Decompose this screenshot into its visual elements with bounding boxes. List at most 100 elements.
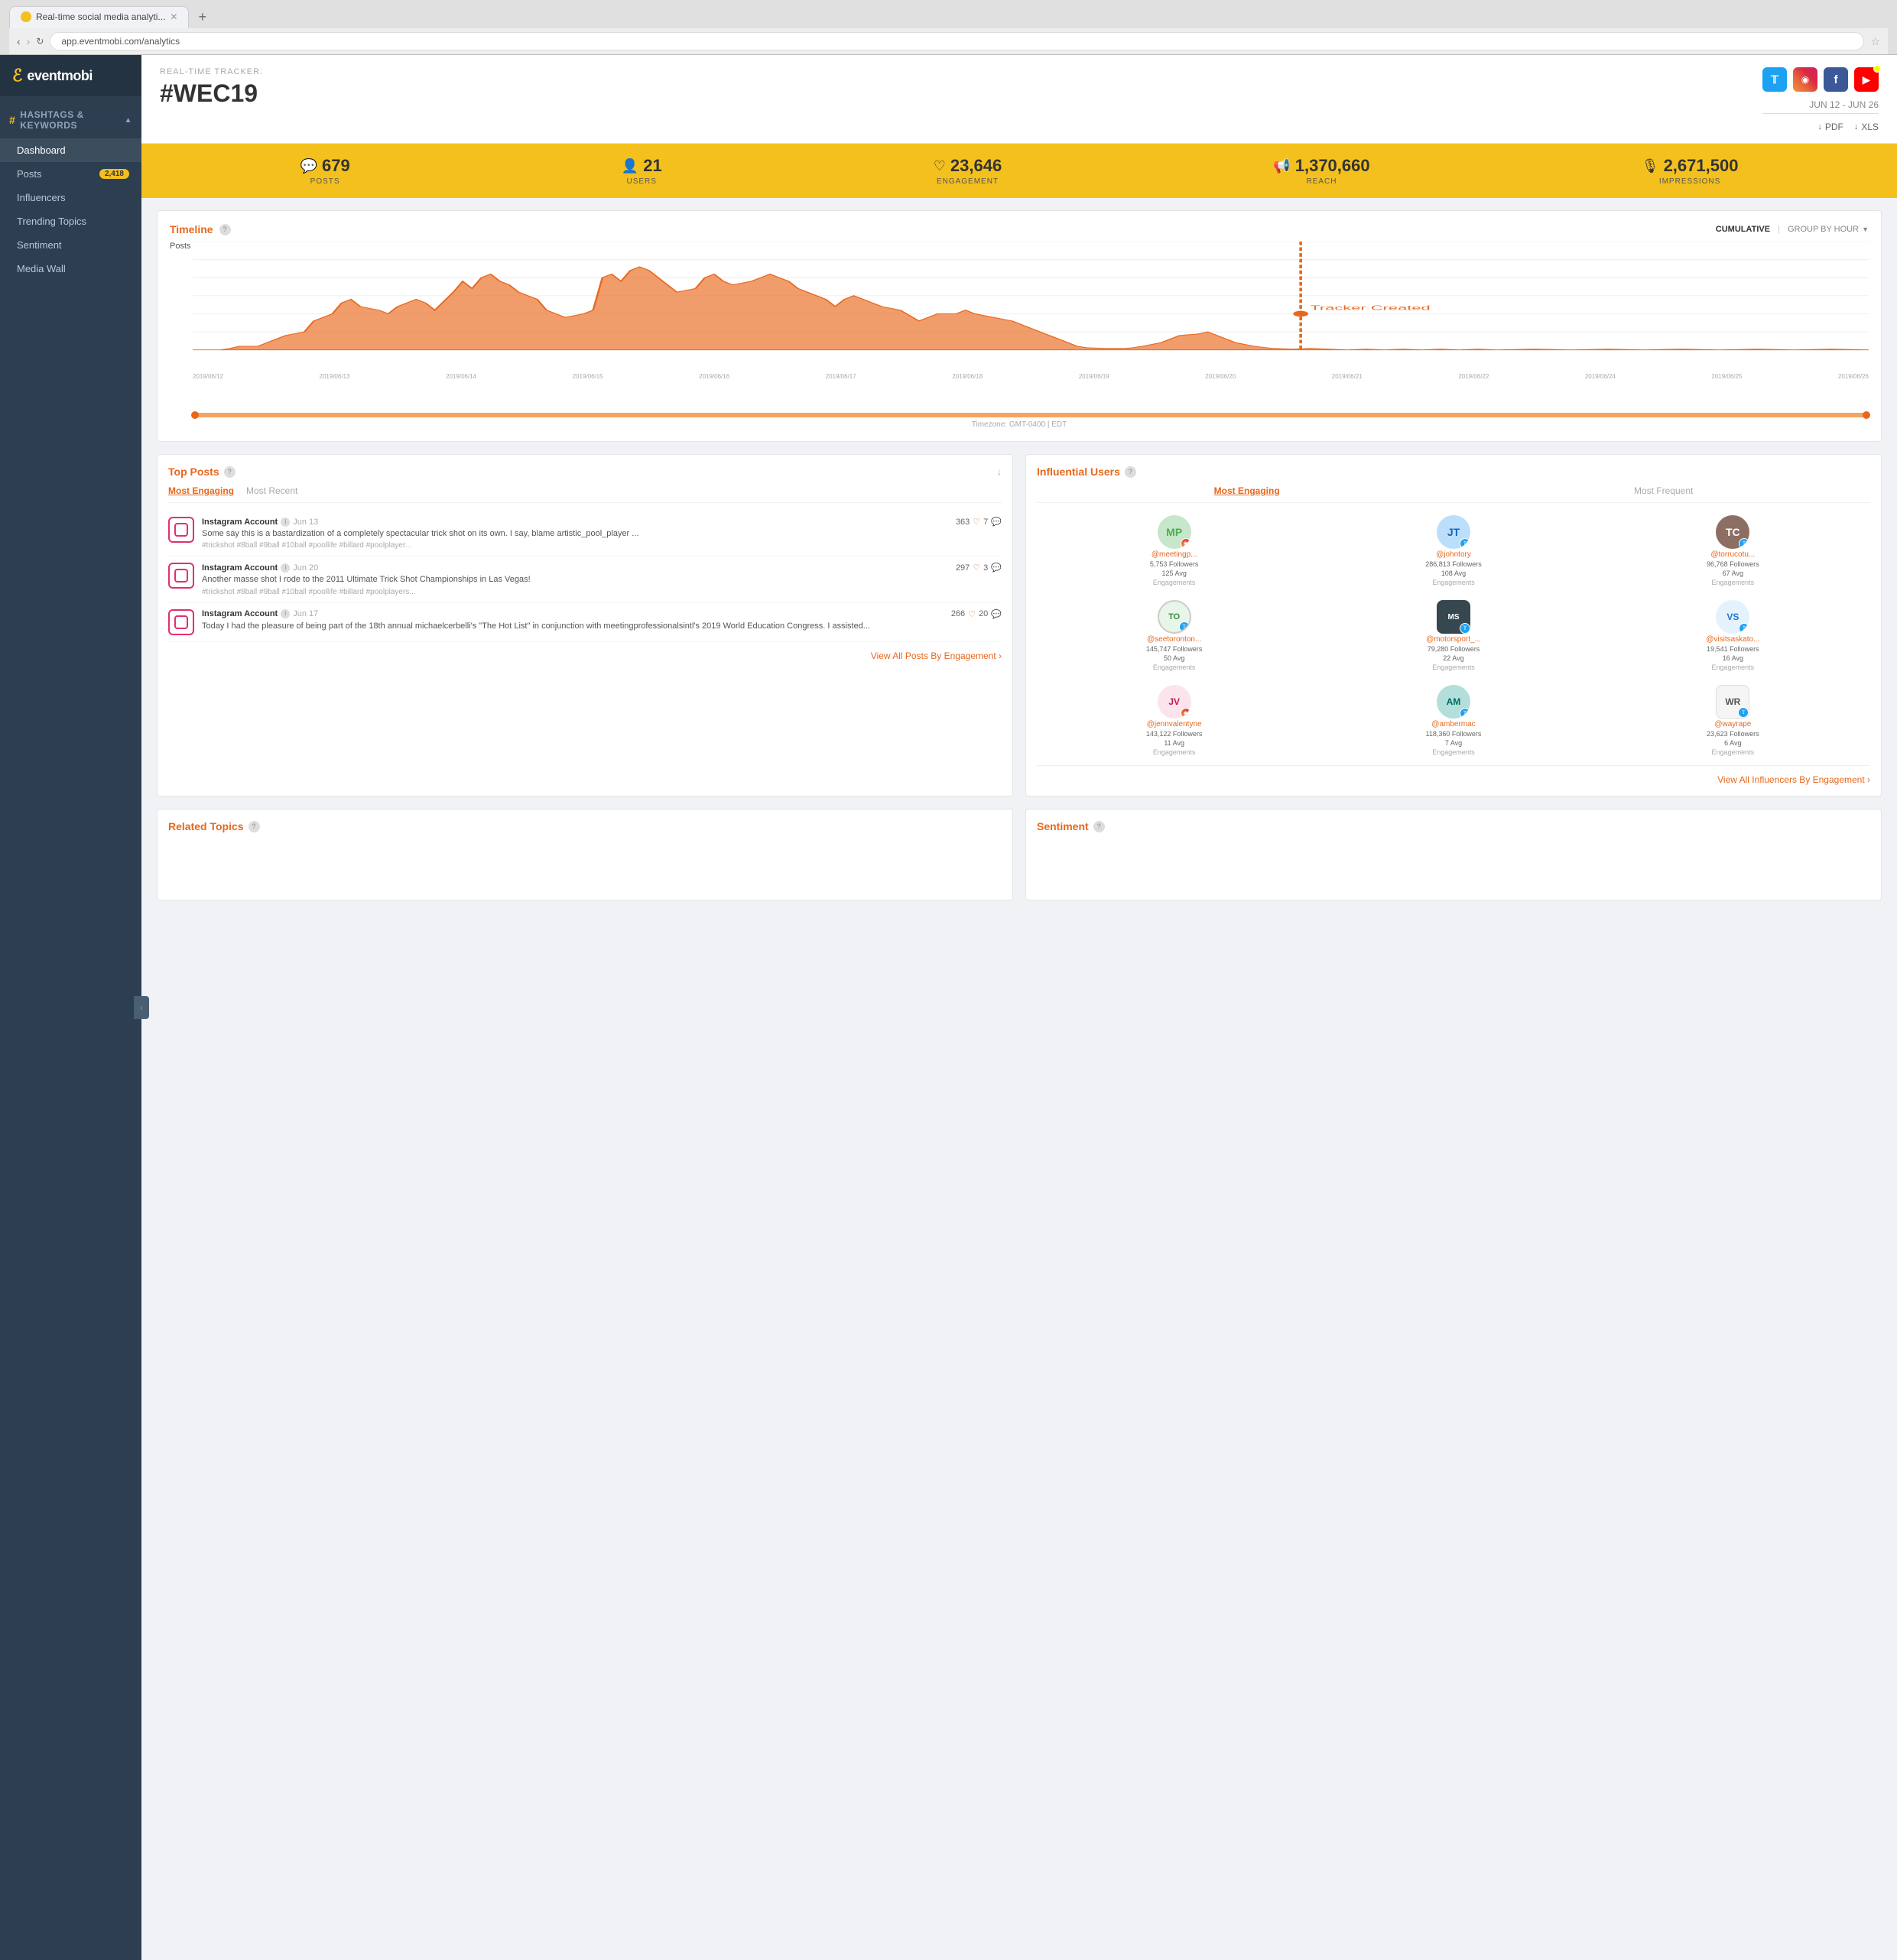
influencer-8-avatar[interactable]: AM 𝕋 <box>1437 685 1470 719</box>
top-posts-info-icon[interactable]: ? <box>224 466 236 478</box>
influencer-7-handle[interactable]: @jennvalentyne <box>1147 720 1202 729</box>
svg-text:Tracker Created: Tracker Created <box>1310 304 1430 312</box>
influencer-5-handle[interactable]: @motorsport_... <box>1426 635 1481 644</box>
most-engaging-tab[interactable]: Most Engaging <box>168 485 234 496</box>
close-tab-icon[interactable]: ✕ <box>170 11 177 22</box>
view-all-influencers-link[interactable]: View All Influencers By Engagement › <box>1717 774 1870 785</box>
twitter-icon[interactable]: 𝕋 <box>1762 67 1787 92</box>
view-all-posts-link[interactable]: View All Posts By Engagement › <box>871 651 1002 661</box>
view-all-posts[interactable]: View All Posts By Engagement › <box>168 642 1002 661</box>
post-2-author: Instagram Account <box>202 563 278 573</box>
impressions-icon: 🎙 <box>1642 158 1659 174</box>
sidebar-item-posts[interactable]: Posts 2,418 <box>0 162 141 186</box>
sidebar-section-header[interactable]: # Hashtags & Keywords ▲ <box>0 102 141 138</box>
influencer-4-avg-label: Engagements <box>1153 664 1196 671</box>
influencer-8-avg-label: Engagements <box>1432 748 1475 756</box>
sidebar-collapse-handle[interactable]: ‹ <box>134 996 149 1019</box>
post-item-1: Instagram Account i Jun 13 363 ♡ 7 💬 <box>168 511 1002 557</box>
youtube-icon[interactable]: ▶ <box>1854 67 1879 92</box>
refresh-button[interactable]: ↻ <box>36 36 44 47</box>
tab-favicon <box>21 11 31 22</box>
related-topics-title: Related Topics <box>168 820 244 832</box>
xls-label: XLS <box>1861 122 1879 132</box>
posts-value: 679 <box>322 156 350 176</box>
influencer-8-avg: 7 Avg <box>1445 739 1462 747</box>
header-right: 𝕋 ◉ f ▶ JUN 12 - JUN 26 ↓ PDF ↓ <box>1762 67 1879 132</box>
bookmark-button[interactable]: ☆ <box>1870 35 1880 48</box>
instagram-icon[interactable]: ◉ <box>1793 67 1817 92</box>
browser-chrome: Real-time social media analyti... ✕ + ‹ … <box>0 0 1897 55</box>
post-2-likes: 297 <box>956 563 970 573</box>
influencer-1-avg: 125 Avg <box>1161 570 1186 577</box>
influencer-9-avatar[interactable]: WR 𝕋 <box>1716 685 1749 719</box>
sidebar-item-influencers[interactable]: Influencers <box>0 186 141 209</box>
influencer-3-handle[interactable]: @torrucotu... <box>1710 550 1755 559</box>
active-tab[interactable]: Real-time social media analyti... ✕ <box>9 6 189 28</box>
stat-posts-row: 💬 679 <box>300 156 350 176</box>
influencer-6-avatar[interactable]: VS 𝕋 <box>1716 600 1749 634</box>
social-icons-group: 𝕋 ◉ f ▶ <box>1762 67 1879 92</box>
influencer-6-handle[interactable]: @visitsaskato... <box>1706 635 1759 644</box>
sidebar-item-mediawall[interactable]: Media Wall <box>0 257 141 281</box>
timeline-title: Timeline <box>170 223 213 235</box>
sidebar-item-sentiment[interactable]: Sentiment <box>0 233 141 257</box>
pdf-export-button[interactable]: ↓ PDF <box>1817 122 1843 132</box>
influencer-5-avatar[interactable]: MS 𝕋 <box>1437 600 1470 634</box>
most-frequent-tab[interactable]: Most Frequent <box>1634 485 1693 496</box>
tab-bar: Real-time social media analyti... ✕ + <box>9 6 1888 28</box>
download-pdf-icon: ↓ <box>1817 122 1822 131</box>
heart-icon-2: ♡ <box>973 563 980 573</box>
influencer-9-avg: 6 Avg <box>1724 739 1741 747</box>
collapse-icon: ‹ <box>140 1004 142 1012</box>
influencer-4-avatar[interactable]: TO 𝕋 <box>1158 600 1191 634</box>
post-1-info-icon: i <box>281 518 290 527</box>
xls-export-button[interactable]: ↓ XLS <box>1854 122 1879 132</box>
sentiment-info-icon[interactable]: ? <box>1093 821 1105 832</box>
most-engaging-users-tab[interactable]: Most Engaging <box>1214 485 1280 496</box>
influencer-9-handle[interactable]: @wayrape <box>1714 720 1751 729</box>
influencer-1-avg-label: Engagements <box>1153 579 1196 586</box>
export-buttons: ↓ PDF ↓ XLS <box>1817 122 1879 132</box>
timeline-panel-header: Timeline ? CUMULATIVE | GROUP BY HOUR ▼ <box>170 223 1869 235</box>
related-topics-info-icon[interactable]: ? <box>248 821 260 832</box>
address-input[interactable] <box>50 32 1864 50</box>
most-recent-tab[interactable]: Most Recent <box>246 485 297 496</box>
post-3-comments: 20 <box>979 609 988 618</box>
new-tab-button[interactable]: + <box>192 6 213 28</box>
sidebar-item-trending[interactable]: Trending Topics <box>0 209 141 233</box>
timeline-chart: 0.0 3.0 6 9 12 15 18 Tracker Created <box>193 242 1869 372</box>
post-3-info-icon: i <box>281 609 290 618</box>
range-handle-right[interactable] <box>1863 411 1870 419</box>
influencer-9-avg-label: Engagements <box>1712 748 1755 756</box>
influencer-1-handle[interactable]: @meetingp... <box>1152 550 1197 559</box>
forward-button[interactable]: › <box>27 35 31 47</box>
post-2-platform-icon <box>168 563 194 589</box>
range-handle-left[interactable] <box>191 411 199 419</box>
influencer-4-handle[interactable]: @seetoronton... <box>1147 635 1201 644</box>
influencer-2-handle[interactable]: @johntory <box>1436 550 1471 559</box>
timeline-info-icon[interactable]: ? <box>219 224 231 235</box>
x-axis-labels: 2019/06/12 2019/06/13 2019/06/14 2019/06… <box>193 373 1869 380</box>
facebook-icon[interactable]: f <box>1824 67 1848 92</box>
back-button[interactable]: ‹ <box>17 35 21 47</box>
post-2-date: Jun 20 <box>293 563 318 573</box>
mediawall-label: Media Wall <box>17 263 66 274</box>
influencer-7-avatar[interactable]: JV ◉ <box>1158 685 1191 719</box>
influencer-2-avatar[interactable]: JT 𝕋 <box>1437 515 1470 549</box>
influencer-6-followers: 19,541 Followers <box>1707 645 1759 653</box>
timeline-range-bar[interactable] <box>193 413 1869 417</box>
influencer-3-avg: 67 Avg <box>1723 570 1743 577</box>
sidebar-item-dashboard[interactable]: Dashboard <box>0 138 141 162</box>
influencer-1-avatar[interactable]: MP ◉ <box>1158 515 1191 549</box>
influencer-8-handle[interactable]: @ambermac <box>1431 720 1475 729</box>
group-by-label: GROUP BY HOUR <box>1788 225 1859 234</box>
view-all-influencers[interactable]: View All Influencers By Engagement › <box>1037 765 1870 785</box>
cumulative-control[interactable]: CUMULATIVE <box>1716 225 1770 234</box>
influencer-item-4: TO 𝕋 @seetoronton... 145,747 Followers 5… <box>1037 595 1311 676</box>
influencers-info-icon[interactable]: ? <box>1125 466 1136 478</box>
influencer-3-avatar[interactable]: TC 𝕋 <box>1716 515 1749 549</box>
logo-text: eventmobi <box>27 68 93 84</box>
top-posts-download-icon[interactable]: ↓ <box>997 466 1002 477</box>
influencer-7-avg: 11 Avg <box>1164 739 1184 747</box>
group-by-control[interactable]: GROUP BY HOUR ▼ <box>1788 225 1869 234</box>
